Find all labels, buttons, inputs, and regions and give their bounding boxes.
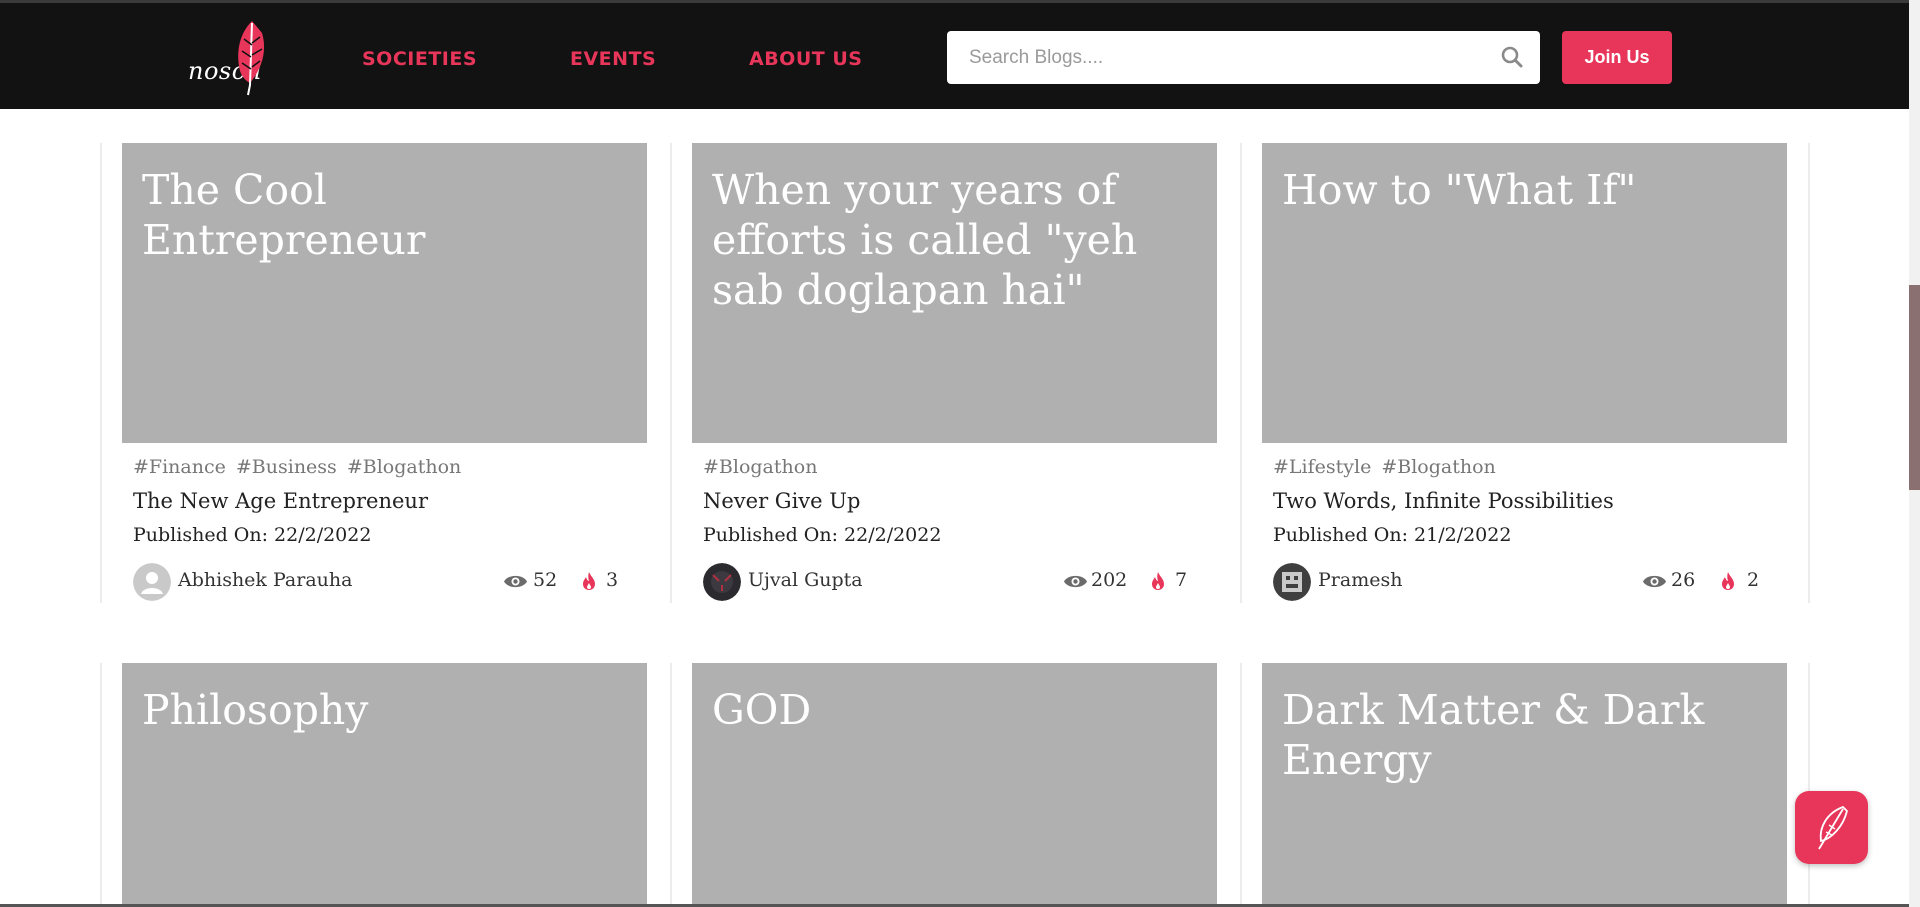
like-count: 2 (1747, 569, 1760, 591)
blog-card[interactable]: The Cool Entrepreneur #Finance #Business #… (100, 143, 670, 603)
card-cover-title: The Cool Entrepreneur (142, 166, 426, 264)
card-subtitle[interactable]: The New Age Entrepreneur (133, 489, 428, 513)
author-name[interactable]: Ujval Gupta (748, 569, 863, 591)
eye-icon (1064, 575, 1087, 588)
card-divider (1808, 143, 1810, 603)
card-tags: #Lifestyle #Blogathon (1273, 456, 1506, 478)
card-divider (670, 143, 672, 603)
card-divider (100, 143, 102, 603)
nav-societies[interactable]: SOCIETIES (362, 48, 477, 70)
tag[interactable]: #Lifestyle (1273, 456, 1371, 478)
view-count: 26 (1671, 569, 1696, 591)
site-header: noscii SOCIETIES EVENTS ABOUT US Join Us (0, 3, 1909, 109)
feather-pen-icon (1818, 805, 1848, 850)
like-count: 3 (606, 569, 619, 591)
fire-icon[interactable] (582, 571, 596, 591)
card-divider (670, 663, 672, 904)
author-name[interactable]: Pramesh (1318, 569, 1402, 591)
fire-icon[interactable] (1721, 571, 1735, 591)
like-count: 7 (1175, 569, 1188, 591)
eye-icon (504, 575, 527, 588)
nav-events[interactable]: EVENTS (570, 48, 656, 70)
blog-card[interactable]: Philosophy (100, 663, 670, 904)
card-divider (1240, 663, 1242, 904)
card-tags: #Blogathon (703, 456, 827, 478)
join-us-button[interactable]: Join Us (1562, 31, 1672, 84)
tag[interactable]: #Blogathon (347, 456, 461, 478)
scrollbar-thumb[interactable] (1909, 285, 1920, 490)
card-divider (100, 663, 102, 904)
fire-icon[interactable] (1151, 571, 1165, 591)
card-cover[interactable]: How to "What If" (1262, 143, 1787, 443)
card-cover[interactable]: Dark Matter & Dark Energy (1262, 663, 1787, 904)
search-input[interactable] (947, 31, 1487, 84)
blog-card[interactable]: How to "What If" #Lifestyle #Blogathon Tw… (1240, 143, 1810, 603)
tag[interactable]: #Blogathon (703, 456, 817, 478)
site-logo[interactable]: noscii (188, 19, 272, 97)
blog-card[interactable]: GOD (670, 663, 1240, 904)
nav-about-us[interactable]: ABOUT US (749, 48, 862, 70)
author-name[interactable]: Abhishek Parauha (178, 569, 352, 591)
published-date: Published On: 22/2/2022 (703, 524, 942, 546)
published-date: Published On: 21/2/2022 (1273, 524, 1512, 546)
page-scrollbar[interactable] (1909, 0, 1920, 907)
card-cover-title: When your years of efforts is called "ye… (712, 166, 1138, 314)
card-divider (1240, 143, 1242, 603)
card-cover-title: GOD (712, 686, 812, 734)
view-count: 52 (533, 569, 558, 591)
tag[interactable]: #Business (236, 456, 337, 478)
tag[interactable]: #Finance (133, 456, 226, 478)
card-tags: #Finance #Business #Blogathon (133, 456, 471, 478)
published-date: Published On: 22/2/2022 (133, 524, 372, 546)
card-cover-title: How to "What If" (1282, 166, 1637, 214)
feather-logo-icon (238, 21, 265, 96)
default-user-icon (133, 563, 171, 601)
card-cover-title: Dark Matter & Dark Energy (1282, 686, 1705, 784)
blog-card[interactable]: Dark Matter & Dark Energy (1240, 663, 1810, 904)
card-cover-title: Philosophy (142, 686, 369, 734)
view-count: 202 (1091, 569, 1128, 591)
card-cover[interactable]: The Cool Entrepreneur (122, 143, 647, 443)
tag[interactable]: #Blogathon (1381, 456, 1495, 478)
search-icon[interactable] (1500, 45, 1524, 69)
pixel-avatar (1273, 563, 1311, 601)
search-box (947, 31, 1540, 84)
blog-card[interactable]: When your years of efforts is called "ye… (670, 143, 1240, 603)
eye-icon (1643, 575, 1666, 588)
card-subtitle[interactable]: Never Give Up (703, 489, 860, 513)
card-divider (1808, 663, 1810, 904)
card-cover[interactable]: Philosophy (122, 663, 647, 904)
card-subtitle[interactable]: Two Words, Infinite Possibilities (1273, 489, 1614, 513)
card-cover[interactable]: GOD (692, 663, 1217, 904)
write-blog-button[interactable] (1795, 791, 1868, 864)
photo-avatar (703, 563, 741, 601)
card-cover[interactable]: When your years of efforts is called "ye… (692, 143, 1217, 443)
